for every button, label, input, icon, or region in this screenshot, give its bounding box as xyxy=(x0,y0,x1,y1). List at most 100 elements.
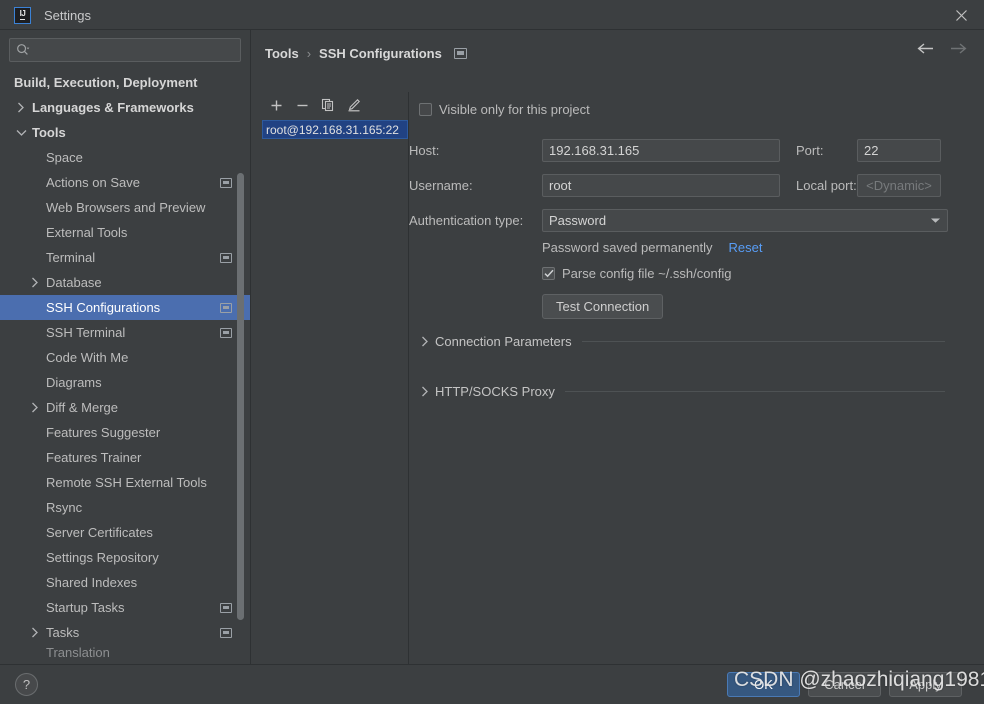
host-input[interactable]: 192.168.31.165 xyxy=(542,139,780,162)
sidebar-item-ssh-configurations[interactable]: SSH Configurations xyxy=(0,295,250,320)
port-input[interactable]: 22 xyxy=(857,139,941,162)
close-icon[interactable] xyxy=(938,0,984,30)
auth-type-label: Authentication type: xyxy=(409,213,524,228)
sidebar-item-terminal[interactable]: Terminal xyxy=(0,245,250,270)
main-panel: Tools › SSH Configurations root@192.168.… xyxy=(251,30,984,672)
auth-type-value: Password xyxy=(549,213,607,228)
arrow-right-icon[interactable] xyxy=(949,42,968,55)
cancel-button[interactable]: Cancel xyxy=(808,672,881,697)
sidebar-item-features-suggester[interactable]: Features Suggester xyxy=(0,420,250,445)
host-label: Host: xyxy=(409,143,440,158)
sidebar-scrollbar-thumb[interactable] xyxy=(237,173,244,620)
sidebar-item-shared-indexes[interactable]: Shared Indexes xyxy=(0,570,250,595)
settings-dialog: IJ Settings Build, Execution, Deployment… xyxy=(0,0,984,704)
sidebar-item-settings-repository[interactable]: Settings Repository xyxy=(0,545,250,570)
sidebar-item-label: SSH Configurations xyxy=(46,300,161,315)
project-scope-icon xyxy=(220,627,232,638)
parse-config-label: Parse config file ~/.ssh/config xyxy=(562,266,732,281)
section-http-socks-proxy[interactable]: HTTP/SOCKS Proxy xyxy=(417,384,945,399)
sidebar-item-build-execution-deployment[interactable]: Build, Execution, Deployment xyxy=(0,70,250,95)
settings-tree[interactable]: Build, Execution, Deployment Languages & … xyxy=(0,70,250,664)
visible-only-row: Visible only for this project xyxy=(419,102,590,117)
sidebar-item-ssh-terminal[interactable]: SSH Terminal xyxy=(0,320,250,345)
breadcrumb-separator: › xyxy=(306,45,312,61)
copy-button[interactable] xyxy=(315,93,341,117)
sidebar-item-label: Web Browsers and Preview xyxy=(46,200,206,215)
breadcrumb: Tools › SSH Configurations xyxy=(265,43,467,63)
edit-button[interactable] xyxy=(341,93,367,117)
remove-button[interactable] xyxy=(289,93,315,117)
footer-divider xyxy=(0,664,984,665)
sidebar-item-actions-on-save[interactable]: Actions on Save xyxy=(0,170,250,195)
project-scope-icon xyxy=(220,327,232,338)
section-divider xyxy=(581,341,945,342)
search-box[interactable] xyxy=(9,38,241,62)
sidebar-item-languages-frameworks[interactable]: Languages & Frameworks xyxy=(0,95,250,120)
arrow-left-icon[interactable] xyxy=(916,42,935,55)
sidebar-item-external-tools[interactable]: External Tools xyxy=(0,220,250,245)
sidebar-item-label: SSH Terminal xyxy=(46,325,126,340)
sidebar-item-rsync[interactable]: Rsync xyxy=(0,495,250,520)
title-bar: IJ Settings xyxy=(0,0,984,30)
chevron-right-icon[interactable] xyxy=(28,395,42,420)
ok-button[interactable]: OK xyxy=(727,672,800,697)
sidebar-item-database[interactable]: Database xyxy=(0,270,250,295)
chevron-down-icon[interactable] xyxy=(14,120,28,145)
sidebar-item-web-browsers-and-preview[interactable]: Web Browsers and Preview xyxy=(0,195,250,220)
project-scope-icon xyxy=(220,302,232,313)
settings-sidebar: Build, Execution, Deployment Languages & … xyxy=(0,30,250,664)
section-connection-parameters[interactable]: Connection Parameters xyxy=(417,334,945,349)
auth-type-row: Authentication type: Password xyxy=(409,209,948,232)
minus-icon xyxy=(297,104,307,106)
breadcrumb-root[interactable]: Tools xyxy=(265,46,299,61)
plus-icon xyxy=(271,100,281,110)
host-row: Host: 192.168.31.165 Port: 22 xyxy=(409,139,941,162)
section-label: Connection Parameters xyxy=(435,334,572,349)
sidebar-item-label: Features Trainer xyxy=(46,450,142,465)
chevron-right-icon[interactable] xyxy=(28,270,42,295)
auth-type-select[interactable]: Password xyxy=(542,209,948,232)
sidebar-item-label: Tools xyxy=(32,125,66,140)
parse-config-checkbox[interactable] xyxy=(542,267,555,280)
sidebar-item-features-trainer[interactable]: Features Trainer xyxy=(0,445,250,470)
username-input[interactable]: root xyxy=(542,174,780,197)
sidebar-item-diff-merge[interactable]: Diff & Merge xyxy=(0,395,250,420)
sidebar-item-label: Actions on Save xyxy=(46,175,140,190)
sidebar-item-space[interactable]: Space xyxy=(0,145,250,170)
search-icon xyxy=(17,44,30,55)
sidebar-item-code-with-me[interactable]: Code With Me xyxy=(0,345,250,370)
sidebar-item-server-certificates[interactable]: Server Certificates xyxy=(0,520,250,545)
test-connection-row: Test Connection xyxy=(542,294,664,319)
parse-config-row: Parse config file ~/.ssh/config xyxy=(542,266,731,281)
sidebar-item-label: Tasks xyxy=(46,625,80,640)
chevron-right-icon[interactable] xyxy=(28,620,42,645)
local-port-input[interactable]: <Dynamic> xyxy=(857,174,941,197)
add-button[interactable] xyxy=(263,93,289,117)
local-port-label: Local port: xyxy=(796,178,857,193)
sidebar-item-tasks[interactable]: Tasks xyxy=(0,620,250,645)
sidebar-item-label: Terminal xyxy=(46,250,96,265)
list-toolbar xyxy=(251,92,408,118)
sidebar-item-tools[interactable]: Tools xyxy=(0,120,250,145)
search-input[interactable] xyxy=(34,43,234,57)
username-label: Username: xyxy=(409,178,473,193)
help-button[interactable]: ? xyxy=(15,673,38,696)
apply-button[interactable]: Apply xyxy=(889,672,962,697)
reset-password-link[interactable]: Reset xyxy=(729,240,763,255)
chevron-right-icon[interactable] xyxy=(14,95,28,120)
sidebar-item-translation[interactable]: Translation xyxy=(0,645,250,659)
sidebar-item-label: Server Certificates xyxy=(46,525,153,540)
sidebar-item-diagrams[interactable]: Diagrams xyxy=(0,370,250,395)
sidebar-item-remote-ssh-external-tools[interactable]: Remote SSH External Tools xyxy=(0,470,250,495)
sidebar-item-label: Build, Execution, Deployment xyxy=(14,75,198,90)
chevron-right-icon xyxy=(417,336,433,347)
chevron-right-icon xyxy=(417,386,433,397)
username-row: Username: root Local port: <Dynamic> xyxy=(409,174,941,197)
sidebar-item-label: Database xyxy=(46,275,102,290)
visible-only-checkbox[interactable] xyxy=(419,103,432,116)
ssh-config-list[interactable]: root@192.168.31.165:22 xyxy=(262,120,408,680)
sidebar-item-startup-tasks[interactable]: Startup Tasks xyxy=(0,595,250,620)
ssh-config-list-item[interactable]: root@192.168.31.165:22 xyxy=(262,120,408,139)
section-divider xyxy=(564,391,945,392)
test-connection-button[interactable]: Test Connection xyxy=(542,294,664,319)
